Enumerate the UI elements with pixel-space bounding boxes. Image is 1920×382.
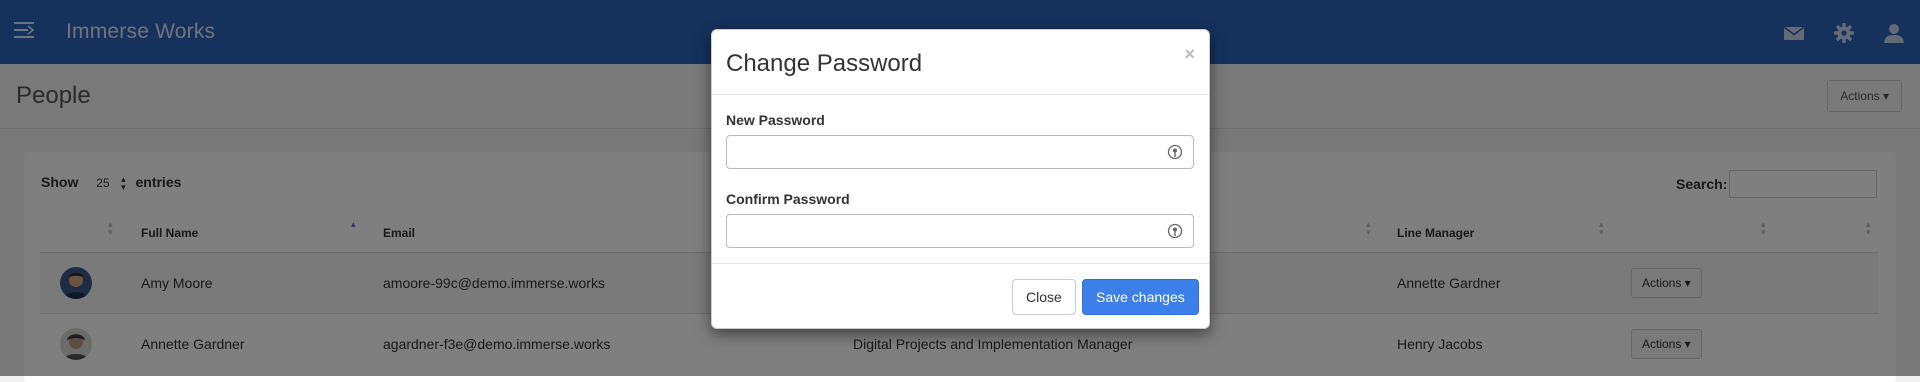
confirm-password-label: Confirm Password <box>726 191 850 207</box>
modal-header-divider <box>712 94 1209 95</box>
key-icon[interactable] <box>1167 223 1183 239</box>
confirm-password-field[interactable] <box>726 214 1194 248</box>
new-password-label: New Password <box>726 112 825 128</box>
close-button[interactable]: Close <box>1012 279 1076 315</box>
modal-title: Change Password <box>726 50 923 77</box>
modal-footer-divider <box>712 263 1209 264</box>
change-password-modal: Change Password × New Password Confirm P… <box>711 29 1210 329</box>
close-icon[interactable]: × <box>1184 44 1195 65</box>
save-changes-button[interactable]: Save changes <box>1082 279 1199 315</box>
key-icon[interactable] <box>1167 144 1183 160</box>
new-password-field[interactable] <box>726 135 1194 169</box>
